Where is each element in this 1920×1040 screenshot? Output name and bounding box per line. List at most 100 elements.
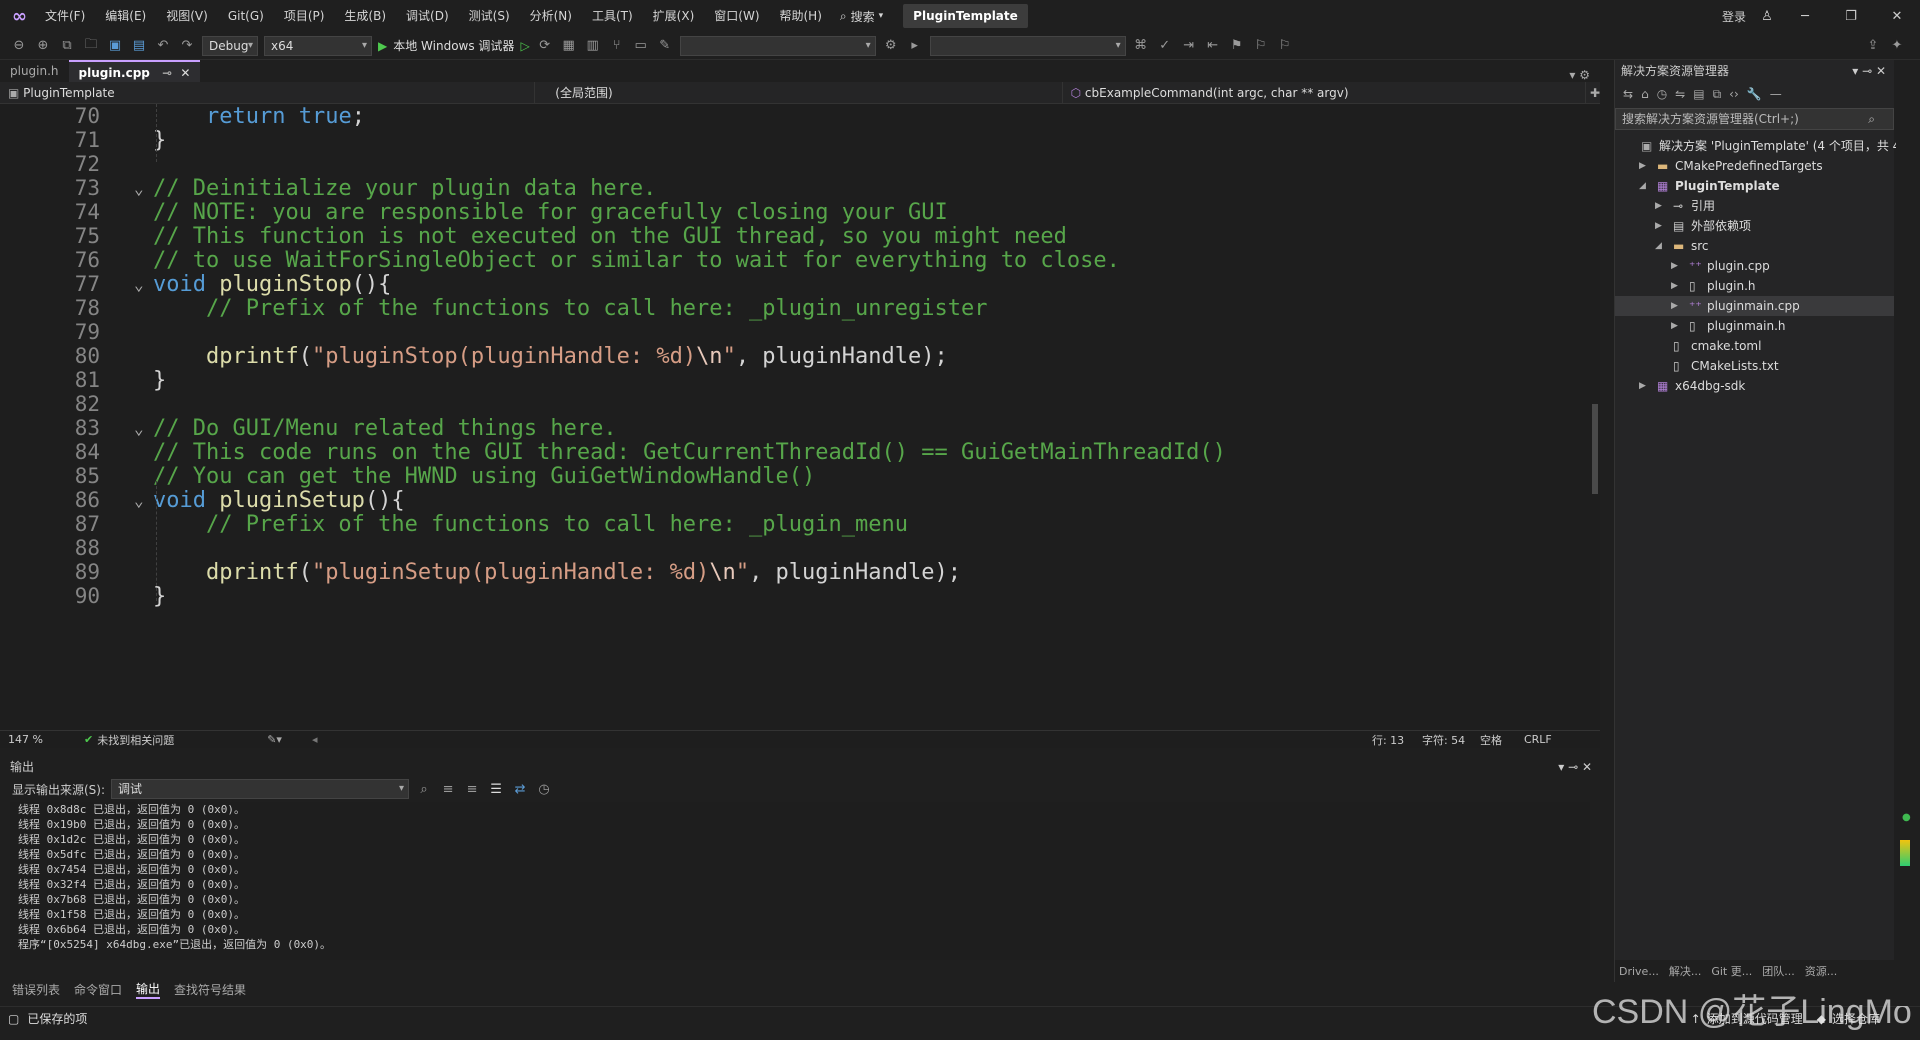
outdent-icon[interactable]: ⇤ [1204,38,1222,53]
menu-item[interactable]: 调试(D) [396,0,459,32]
back-icon[interactable]: ⊖ [10,38,28,53]
bottom-tab[interactable]: 输出 [136,980,161,999]
menu-item[interactable]: 项目(P) [274,0,335,32]
show-all-icon[interactable]: ⧉ [1713,87,1722,102]
word-wrap-icon[interactable]: ⇄ [511,782,529,797]
collapse-icon[interactable]: ▤ [1693,87,1704,101]
bookmark-icon[interactable]: ⚑ [1228,38,1246,53]
clear-all-icon[interactable]: ☰ [487,782,505,797]
expand-toggle-icon[interactable]: ▶ [1671,316,1678,336]
solution-bottom-tab[interactable]: 团队... [1762,963,1795,979]
spell-icon[interactable]: ✓ [1156,38,1174,53]
code-view-icon[interactable]: ‹› [1729,87,1739,101]
split-icon[interactable]: ✚ [1590,86,1600,100]
health-icon[interactable]: ✎▾ [267,733,282,746]
bottom-tab[interactable]: 查找符号结果 [174,981,246,998]
tab-plugin-cpp[interactable]: plugin.cpp ⊸ ✕ [68,60,201,82]
bottom-tab[interactable]: 错误列表 [12,981,60,998]
tree-item[interactable]: ▶ ▯ plugin.h [1615,276,1894,296]
menu-item[interactable]: 扩展(X) [643,0,705,32]
expand-toggle-icon[interactable]: ◢ [1639,176,1646,196]
tab-overflow-icon[interactable]: ▾ ⚙ [1569,68,1590,82]
comment-icon[interactable]: ▭ [632,38,650,53]
menu-item[interactable]: 分析(N) [520,0,582,32]
search-box[interactable]: ⌕ 搜索 ▾ [840,8,883,25]
member-dropdown[interactable]: ⬡ cbExampleCommand(int argc, char ** arg… [1063,81,1586,104]
bookmark-next-icon[interactable]: ⚐ [1276,38,1294,53]
menu-item[interactable]: 生成(B) [334,0,396,32]
code-area[interactable]: 70 return true; 71} 72 73 ⌄// Deinitialize y… [0,104,1590,730]
expand-toggle-icon[interactable]: ▶ [1639,376,1646,396]
project-dropdown[interactable]: ▣ PluginTemplate [0,81,536,104]
login-link[interactable]: 登录 [1716,8,1752,25]
next-message-icon[interactable]: ≡ [463,782,481,797]
expand-toggle-icon[interactable]: ▶ [1655,196,1662,216]
platform-select[interactable]: x64 [264,35,372,56]
tree-item[interactable]: ▶ ▬ CMakePredefinedTargets [1615,156,1894,176]
solution-bottom-tab[interactable]: Git 更... [1711,963,1752,979]
preview-icon[interactable]: — [1770,87,1782,101]
menu-item[interactable]: 工具(T) [582,0,643,32]
tree-item[interactable]: ▶ ⁺⁺ plugin.cpp [1615,256,1894,276]
horizontal-scrollbar[interactable]: ◂ [312,733,1372,746]
expand-toggle-icon[interactable]: ▶ [1671,276,1678,296]
cursor-char[interactable]: 字符: 54 [1422,732,1480,748]
share-icon[interactable]: ⇪ [1864,38,1882,53]
save-icon[interactable]: ▣ [106,38,124,53]
solution-bottom-tab[interactable]: 解决... [1669,963,1702,979]
redo-icon[interactable]: ↷ [178,38,196,53]
output-text[interactable]: 线程 0x8d8c 已退出，返回值为 0 (0x0)。 线程 0x19b0 已退出… [10,802,1590,960]
scope-dropdown[interactable]: (全局范围) [535,81,1063,104]
run-debugger-button[interactable]: 本地 Windows 调试器 [393,37,514,54]
menu-item[interactable]: 视图(V) [156,0,218,32]
tree-item[interactable]: ◢ ▦ PluginTemplate [1615,176,1894,196]
new-project-icon[interactable]: ⧉ [58,38,76,53]
format-icon[interactable]: ✎ [656,38,674,53]
solution-search-input[interactable]: 搜索解决方案资源管理器(Ctrl+;) ⌕ [1615,108,1894,130]
tree-item[interactable]: ▶ ▤ 外部依赖项 [1615,216,1894,236]
expand-toggle-icon[interactable]: ◢ [1655,236,1662,256]
issues-status[interactable]: 未找到相关问题 [97,732,247,748]
target-select[interactable] [679,35,876,56]
solution-bottom-tab[interactable]: 资源... [1805,963,1838,979]
bookmark-prev-icon[interactable]: ⚐ [1252,38,1270,53]
menu-item[interactable]: 编辑(E) [95,0,156,32]
tab-plugin-h[interactable]: plugin.h [0,60,69,82]
code-editor[interactable]: 70 return true; 71} 72 73 ⌄// Deinitialize y… [0,104,1600,730]
refresh-icon[interactable]: ⟳ [536,38,554,53]
close-icon[interactable]: ✕ [1874,9,1920,24]
tree-item[interactable]: ▶ ⊸ 引用 [1615,196,1894,216]
maximize-icon[interactable]: ❐ [1828,9,1874,24]
save-all-icon[interactable]: ▤ [130,38,148,53]
minimize-icon[interactable]: ─ [1782,9,1828,24]
menu-item[interactable]: 窗口(W) [704,0,769,32]
home-icon[interactable]: ⌂ [1641,87,1649,101]
find-icon[interactable]: ⌕ [415,782,433,797]
feedback-icon[interactable]: ✦ [1888,38,1906,53]
tree-item[interactable]: ▣ 解决方案 'PluginTemplate' (4 个项目，共 4 [1615,136,1900,156]
function-select[interactable] [929,35,1126,56]
tools-icon[interactable]: ⚙ [882,38,900,53]
tree-item[interactable]: ▶ ▦ x64dbg-sdk [1615,376,1894,396]
expand-toggle-icon[interactable]: ▶ [1671,296,1678,316]
panel-controls[interactable]: ▾ ⊸ ✕ [1852,60,1886,82]
run-icon[interactable]: ▶ [378,39,387,53]
close-icon[interactable]: ✕ [180,66,190,80]
timestamp-icon[interactable]: ◷ [535,782,553,797]
menu-item[interactable]: 测试(S) [459,0,520,32]
solution-bottom-tab[interactable]: Drive... [1619,965,1659,978]
menu-item[interactable]: Git(G) [218,0,274,32]
sync-icon[interactable]: ⇆ [1623,87,1633,101]
run-without-debug-icon[interactable]: ▷ [520,39,529,53]
switch-view-icon[interactable]: ⇋ [1675,87,1685,101]
expand-toggle-icon[interactable]: ▶ [1671,256,1678,276]
step-icon[interactable]: ▸ [906,38,924,53]
prev-message-icon[interactable]: ≡ [439,782,457,797]
undo-icon[interactable]: ↶ [154,38,172,53]
line-ending[interactable]: CRLF [1524,733,1552,746]
expand-toggle-icon[interactable]: ▶ [1655,216,1662,236]
tree-item[interactable]: ▯ CMakeLists.txt [1615,356,1894,376]
code-line[interactable]: 90} [0,582,1580,611]
properties-icon[interactable]: 🔧 [1747,87,1762,101]
indent-icon[interactable]: ⇥ [1180,38,1198,53]
